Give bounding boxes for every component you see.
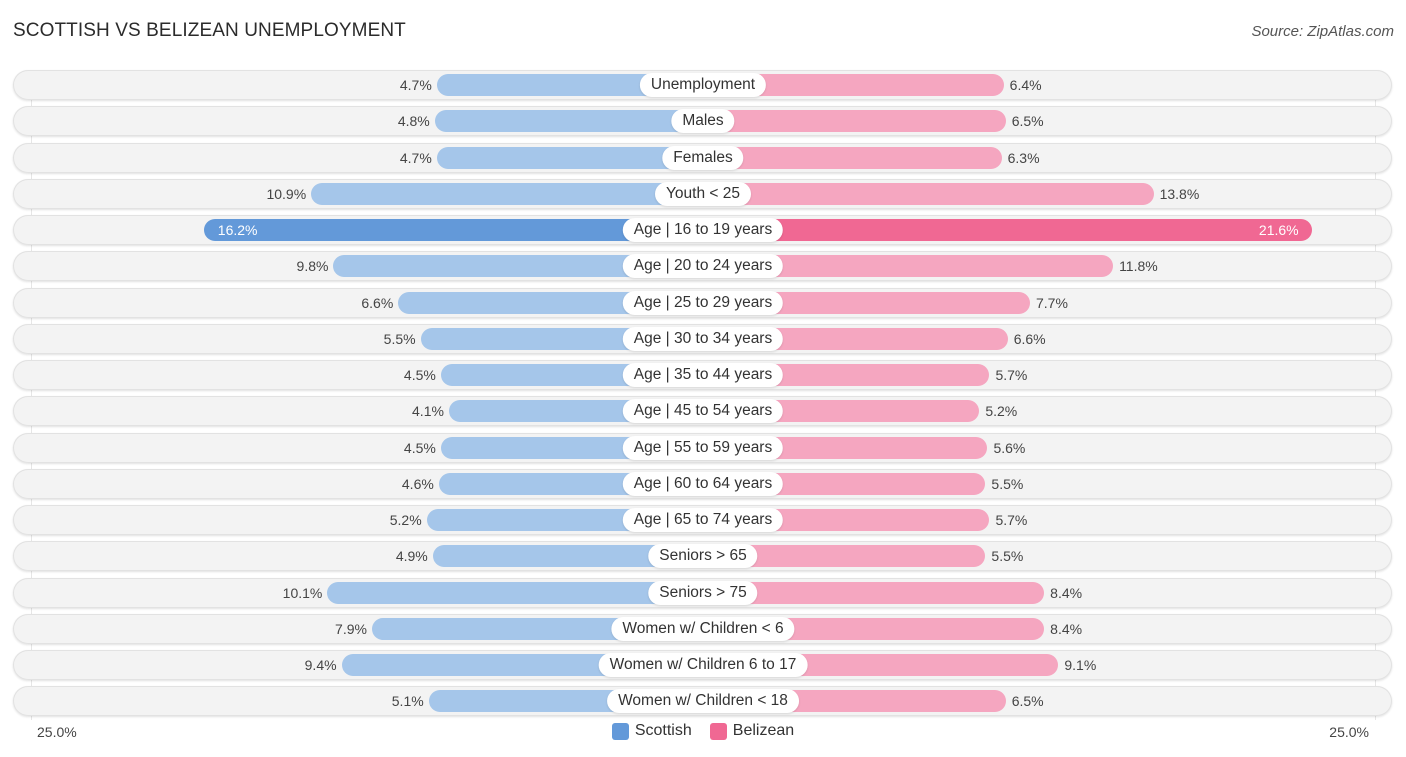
value-label-scottish: 5.2% [389,512,422,528]
legend-label-belizean: Belizean [732,722,795,739]
value-label-scottish: 10.9% [266,185,307,202]
category-label: Women w/ Children < 18 [607,689,799,714]
value-label-belizean: 5.5% [991,548,1024,565]
value-label-scottish: 6.6% [361,294,394,311]
category-label: Age | 45 to 54 years [622,399,784,424]
value-label-scottish: 4.5% [403,439,436,456]
category-label: Males [671,109,735,134]
value-label-scottish: 10.1% [282,584,323,601]
value-label-belizean: 6.3% [1007,149,1040,166]
category-label: Age | 60 to 64 years [622,471,784,496]
value-label-scottish: 5.1% [391,693,424,710]
category-label: Youth < 25 [655,181,751,206]
value-label-belizean: 8.4% [1050,584,1083,601]
value-label-belizean: 6.6% [1013,330,1046,347]
bar-scottish[interactable] [434,110,703,133]
category-label: Seniors > 75 [648,580,758,605]
value-label-scottish: 9.8% [296,258,329,275]
value-label-scottish: 9.4% [304,657,337,673]
category-label: Age | 16 to 19 years [622,218,784,242]
value-label-belizean: 5.7% [995,367,1028,383]
value-label-scottish: 4.1% [412,403,444,420]
bar-belizean[interactable] [703,219,1312,241]
value-label-scottish: 4.8% [397,113,430,130]
value-label-belizean: 5.7% [995,512,1028,528]
value-label-belizean: 7.7% [1036,294,1068,311]
value-label-scottish: 4.6% [401,475,434,492]
category-label: Age | 35 to 44 years [622,363,784,387]
category-label: Seniors > 65 [648,544,758,569]
value-label-belizean: 5.6% [993,439,1026,456]
value-label-scottish: 7.9% [335,620,367,637]
bar-scottish[interactable] [311,182,703,205]
value-label-scottish: 4.5% [403,367,436,383]
value-label-scottish: 4.7% [399,149,432,166]
category-label: Age | 65 to 74 years [622,508,784,532]
value-label-belizean: 11.8% [1119,258,1158,275]
legend: Scottish Belizean [0,722,1406,740]
category-label: Age | 55 to 59 years [622,435,784,460]
bar-belizean[interactable] [703,182,1154,205]
value-label-belizean: 6.5% [1011,113,1044,130]
legend-swatch-scottish [611,722,629,740]
category-label: Women w/ Children 6 to 17 [598,653,808,677]
category-label: Women w/ Children < 6 [611,616,795,641]
category-label: Unemployment [639,73,767,97]
bar-scottish[interactable] [327,581,703,604]
value-label-belizean: 6.5% [1011,693,1044,710]
legend-label-scottish: Scottish [634,722,692,739]
value-label-belizean: 21.6% [1258,222,1299,238]
category-label: Age | 25 to 29 years [622,290,784,315]
category-label: Females [662,145,744,170]
diverging-bar-chart: 4.7% 6.4% Unemployment 4.8% 6.5% Males 4.7% 6.3… [0,0,1406,757]
bar-belizean[interactable] [703,146,1002,169]
value-label-belizean: 8.4% [1050,620,1083,637]
value-label-scottish: 4.7% [399,77,432,93]
value-label-scottish: 5.5% [383,330,416,347]
value-label-belizean: 5.5% [991,475,1024,492]
category-label: Age | 30 to 34 years [622,326,784,351]
value-label-belizean: 13.8% [1159,185,1200,202]
bar-belizean[interactable] [703,110,1006,133]
legend-item-scottish[interactable]: Scottish [611,722,692,740]
legend-swatch-belizean [709,722,727,740]
value-label-scottish: 16.2% [217,222,258,238]
category-label: Age | 20 to 24 years [622,254,784,279]
value-label-belizean: 9.1% [1064,657,1097,673]
legend-item-belizean[interactable]: Belizean [709,722,795,740]
value-label-scottish: 4.9% [395,548,428,565]
value-label-belizean: 6.4% [1009,77,1042,93]
value-label-belizean: 5.2% [985,403,1018,420]
